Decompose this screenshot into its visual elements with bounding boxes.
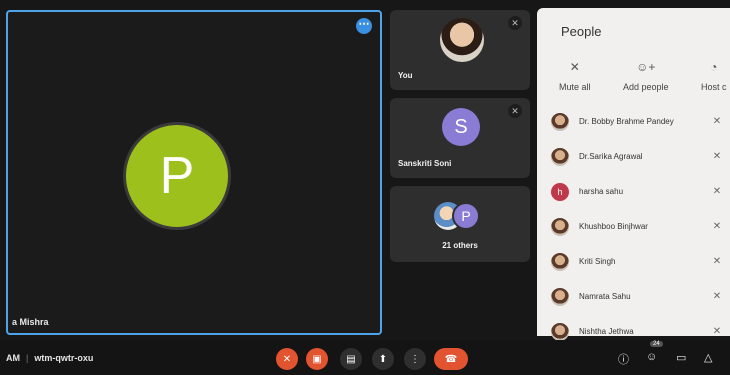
participant-name: Kriti Singh	[579, 257, 616, 266]
speaker-name: a Mishra	[12, 317, 49, 327]
tile-you[interactable]: ✕ You	[390, 10, 530, 90]
tile-label: Sanskriti Soni	[398, 159, 452, 168]
activities-icon: △	[704, 352, 713, 364]
add-people-label: Add people	[623, 82, 669, 92]
tile-label: 21 others	[442, 241, 478, 250]
meet-window: ⋯ P a Mishra ✕ You S ✕ Sanskriti Soni P …	[0, 0, 730, 375]
mute-all-label: Mute all	[559, 82, 591, 92]
avatar: h	[551, 182, 569, 201]
list-item[interactable]: Namrata Sahu ✕	[551, 279, 730, 314]
participant-name: harsha sahu	[579, 187, 624, 196]
bottom-bar: AM | wtm-qwtr-oxu ✕ ▣ ▤ ⬆ ⋮ ☎ ⓘ 24 ☺ ▭ △	[0, 340, 730, 375]
main-speaker-tile[interactable]: ⋯ P a Mishra	[6, 10, 382, 335]
hang-up-icon: ☎	[444, 353, 458, 365]
more-options-button[interactable]: ⋮	[404, 348, 426, 370]
leave-call-button[interactable]: ☎	[434, 348, 468, 370]
avatar-letter: S	[454, 115, 468, 138]
mic-off-icon[interactable]: ✕	[703, 151, 730, 162]
participant-name: Namrata Sahu	[579, 292, 631, 301]
avatar-letter: h	[557, 186, 563, 197]
chat-icon: ▭	[676, 352, 687, 364]
tile-sanskriti-soni[interactable]: S ✕ Sanskriti Soni	[390, 98, 530, 178]
participant-name: Dr.Sarika Agrawal	[579, 152, 643, 161]
tile-others[interactable]: P 21 others	[390, 186, 530, 262]
speaker-avatar: P	[123, 122, 231, 230]
info-icon: ⓘ	[618, 354, 629, 366]
captions-icon: ▤	[346, 353, 356, 365]
avatar	[551, 322, 569, 341]
participant-name: Dr. Bobby Brahme Pandey	[579, 117, 674, 126]
captions-button[interactable]: ▤	[340, 348, 362, 370]
mic-off-icon[interactable]: ✕	[703, 326, 730, 337]
meeting-details-button[interactable]: ⓘ	[618, 351, 629, 367]
avatar	[551, 252, 569, 271]
clock-time: AM	[6, 353, 20, 363]
people-count-badge: 24	[650, 341, 663, 347]
mic-off-icon[interactable]: ✕	[703, 116, 730, 127]
mic-off-icon[interactable]: ✕	[703, 291, 730, 302]
panel-title: People	[561, 24, 602, 39]
avatar	[551, 147, 569, 166]
list-item[interactable]: Khushboo Binjhwar ✕	[551, 209, 730, 244]
avatar: P	[452, 202, 480, 230]
list-item[interactable]: Dr.Sarika Agrawal ✕	[551, 139, 730, 174]
avatar-letter: P	[461, 208, 471, 224]
mic-off-icon[interactable]: ✕	[703, 256, 730, 267]
shield-icon: ◔	[710, 60, 718, 74]
more-options-icon[interactable]: ⋯	[356, 18, 372, 34]
avatar	[440, 18, 484, 62]
add-person-icon: ☺+	[636, 60, 656, 74]
avatar	[551, 112, 569, 131]
mic-off-icon: ✕	[508, 16, 522, 30]
mic-off-icon: ✕	[508, 104, 522, 118]
avatar	[551, 217, 569, 236]
microphone-toggle-button[interactable]: ✕	[276, 348, 298, 370]
present-icon: ⬆	[378, 353, 388, 365]
camera-off-icon: ▣	[312, 353, 322, 365]
people-icon: ☺	[646, 351, 658, 363]
speaker-avatar-letter: P	[159, 147, 195, 205]
add-people-button[interactable]: ☺+ Add people	[623, 60, 669, 92]
people-button[interactable]: 24 ☺	[646, 341, 663, 363]
host-controls-button[interactable]: ◔ Host c	[701, 60, 727, 92]
list-item[interactable]: h harsha sahu ✕	[551, 174, 730, 209]
activities-button[interactable]: △	[704, 351, 712, 364]
participant-list: Dr. Bobby Brahme Pandey ✕ Dr.Sarika Agra…	[551, 104, 730, 349]
mic-off-icon[interactable]: ✕	[703, 186, 730, 197]
present-button[interactable]: ⬆	[372, 348, 394, 370]
mic-off-icon: ✕	[282, 353, 292, 365]
tile-label: You	[398, 71, 413, 80]
people-panel: People ✕ Mute all ☺+ Add people ◔ Host c…	[537, 8, 730, 341]
mic-off-icon: ✕	[569, 60, 580, 74]
list-item[interactable]: Dr. Bobby Brahme Pandey ✕	[551, 104, 730, 139]
meeting-code: wtm-qwtr-oxu	[34, 353, 94, 363]
panel-actions: ✕ Mute all ☺+ Add people ◔ Host c	[537, 60, 730, 100]
avatar: S	[442, 108, 480, 146]
list-item[interactable]: Kriti Singh ✕	[551, 244, 730, 279]
participant-name: Khushboo Binjhwar	[579, 222, 648, 231]
meeting-info: AM | wtm-qwtr-oxu	[6, 353, 93, 363]
avatar-stack: P	[434, 202, 490, 230]
participant-name: Nishtha Jethwa	[579, 327, 634, 336]
chat-button[interactable]: ▭	[676, 351, 686, 364]
mic-off-icon[interactable]: ✕	[703, 221, 730, 232]
divider: |	[26, 353, 29, 363]
host-controls-label: Host c	[701, 82, 727, 92]
avatar	[551, 287, 569, 306]
more-vertical-icon: ⋮	[410, 353, 420, 365]
camera-toggle-button[interactable]: ▣	[306, 348, 328, 370]
mute-all-button[interactable]: ✕ Mute all	[559, 60, 591, 92]
